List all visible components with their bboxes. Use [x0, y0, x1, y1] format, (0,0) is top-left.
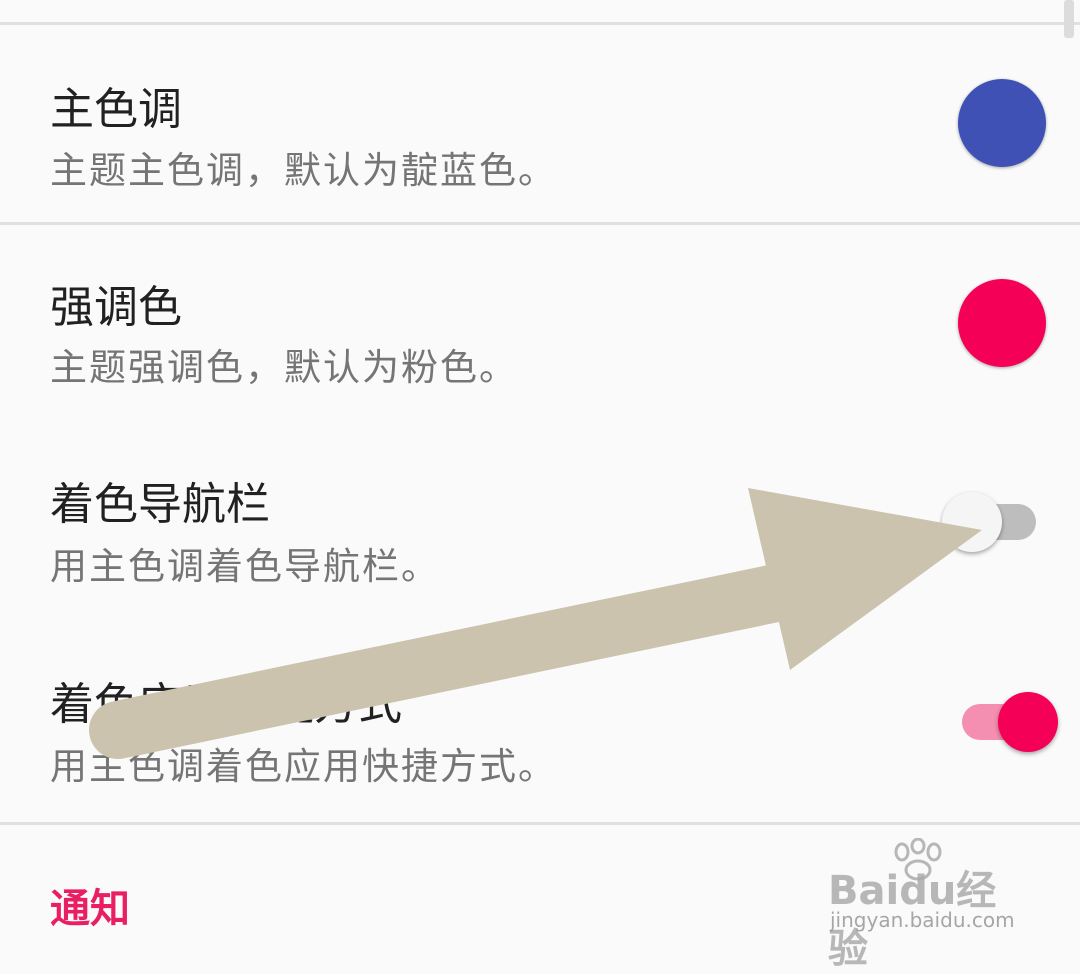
watermark-url: jingyan.baidu.com: [830, 908, 1015, 932]
baidu-watermark: Baidu经验 jingyan.baidu.com: [828, 838, 1028, 972]
arrow-head: [748, 488, 982, 670]
annotation-arrow: [89, 488, 982, 759]
arrow-shaft: [89, 559, 829, 759]
